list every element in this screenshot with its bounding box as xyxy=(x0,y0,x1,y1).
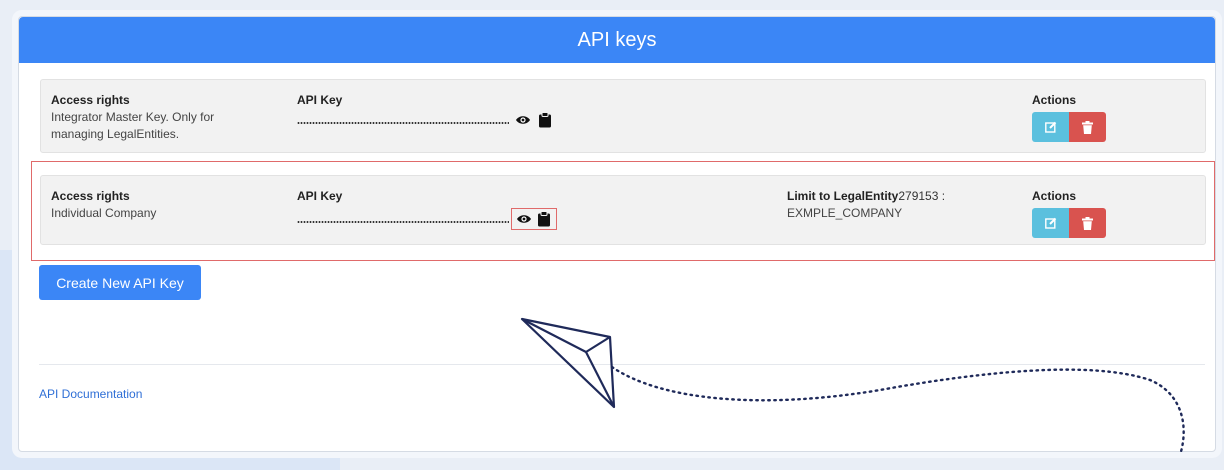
limit-entity-id: 279153 : xyxy=(898,189,946,203)
actions-label: Actions xyxy=(1032,93,1077,107)
eye-icon[interactable] xyxy=(516,211,532,227)
access-rights-value: Integrator Master Key. Only for managing… xyxy=(51,110,215,141)
api-documentation-link[interactable]: API Documentation xyxy=(39,387,142,401)
panel-title: API keys xyxy=(577,28,657,51)
clipboard-icon[interactable] xyxy=(536,211,552,227)
eye-icon[interactable] xyxy=(515,112,531,128)
api-key-label: API Key xyxy=(297,189,343,203)
divider xyxy=(39,364,1205,365)
panel-header: API keys xyxy=(19,17,1215,63)
create-api-key-button[interactable]: Create New API Key xyxy=(39,265,201,300)
clipboard-icon[interactable] xyxy=(537,112,553,128)
masked-api-key xyxy=(297,122,509,124)
access-rights-label: Access rights xyxy=(51,93,130,107)
access-rights-label: Access rights xyxy=(51,189,130,203)
access-rights-value: Individual Company xyxy=(51,206,157,220)
limit-label: Limit to LegalEntity xyxy=(787,189,899,203)
access-rights-column: Access rights Integrator Master Key. Onl… xyxy=(51,92,251,143)
actions-column: Actions xyxy=(1032,188,1122,238)
access-rights-column: Access rights Individual Company xyxy=(51,188,251,222)
trash-icon xyxy=(1082,216,1093,230)
edit-button[interactable] xyxy=(1032,208,1069,238)
limit-column: Limit to LegalEntity279153 : EXMPLE_COMP… xyxy=(787,188,997,222)
actions-column: Actions xyxy=(1032,92,1122,142)
masked-api-key xyxy=(297,221,509,223)
api-key-row: Access rights Individual Company API Key… xyxy=(40,175,1206,245)
highlighted-icons xyxy=(511,208,557,230)
api-key-label: API Key xyxy=(297,93,343,107)
api-key-column: API Key xyxy=(297,92,577,128)
edit-button[interactable] xyxy=(1032,112,1069,142)
edit-icon xyxy=(1044,217,1056,229)
api-key-row: Access rights Integrator Master Key. Onl… xyxy=(40,79,1206,153)
api-keys-panel: API keys Access rights Integrator Master… xyxy=(18,16,1216,452)
delete-button[interactable] xyxy=(1069,208,1106,238)
delete-button[interactable] xyxy=(1069,112,1106,142)
api-key-column: API Key xyxy=(297,188,577,230)
trash-icon xyxy=(1082,120,1093,134)
edit-icon xyxy=(1044,121,1056,133)
limit-value: EXMPLE_COMPANY xyxy=(787,206,903,220)
actions-label: Actions xyxy=(1032,189,1077,203)
